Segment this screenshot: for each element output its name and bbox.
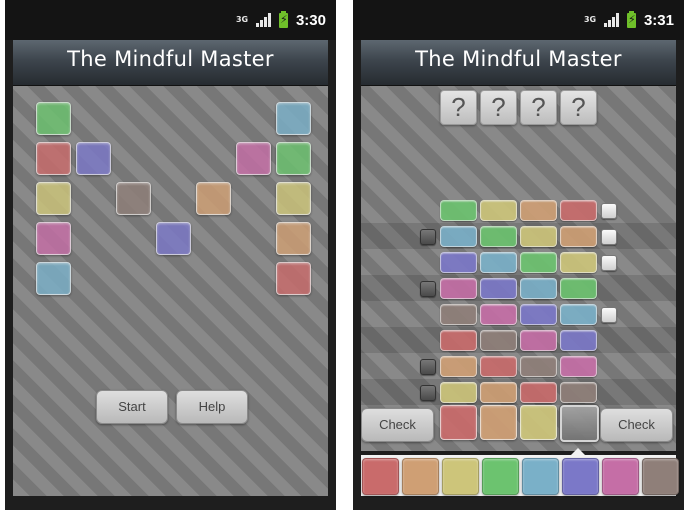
guess-peg-purple bbox=[480, 278, 517, 299]
decor-tile-blue bbox=[36, 262, 71, 295]
guess-peg-brown bbox=[480, 330, 517, 351]
decor-tile-purple bbox=[76, 142, 111, 175]
feedback-white-peg bbox=[601, 229, 617, 245]
phone-screen-game: 3G ⚡ 3:31 The Mindful Master ???? Check … bbox=[353, 0, 684, 510]
guess-peg-brown bbox=[520, 356, 557, 377]
palette-color-purple[interactable] bbox=[562, 458, 599, 495]
guess-peg-green bbox=[520, 252, 557, 273]
guess-peg-yellow bbox=[520, 226, 557, 247]
guess-peg-green bbox=[440, 200, 477, 221]
guess-peg-green bbox=[560, 278, 597, 299]
secret-code-slot: ? bbox=[560, 90, 597, 125]
guess-peg-blue bbox=[440, 226, 477, 247]
guess-peg-orange bbox=[440, 356, 477, 377]
guess-peg-orange bbox=[560, 226, 597, 247]
start-button[interactable]: Start bbox=[96, 390, 168, 424]
guess-peg-yellow bbox=[560, 252, 597, 273]
secret-code-slot: ? bbox=[520, 90, 557, 125]
palette-color-blue[interactable] bbox=[522, 458, 559, 495]
guess-peg-green bbox=[480, 226, 517, 247]
guess-peg-blue bbox=[520, 278, 557, 299]
row-stripe bbox=[361, 223, 676, 249]
decor-tile-pink bbox=[36, 222, 71, 255]
guess-peg-purple bbox=[520, 304, 557, 325]
decor-tile-pink bbox=[236, 142, 271, 175]
guess-peg-yellow bbox=[480, 200, 517, 221]
current-guess-slot-selected[interactable] bbox=[560, 405, 599, 442]
guess-peg-pink bbox=[520, 330, 557, 351]
guess-peg-pink bbox=[480, 304, 517, 325]
network-type: 3G bbox=[583, 15, 597, 24]
decor-tile-green bbox=[36, 102, 71, 135]
decor-tile-brown bbox=[116, 182, 151, 215]
feedback-black-peg bbox=[420, 359, 436, 375]
app-title: The Mindful Master bbox=[415, 47, 622, 71]
guess-peg-brown bbox=[560, 382, 597, 403]
feedback-white-peg bbox=[601, 203, 617, 219]
guess-peg-red bbox=[440, 330, 477, 351]
guess-peg-yellow bbox=[440, 382, 477, 403]
decor-tile-blue bbox=[276, 102, 311, 135]
status-time: 3:31 bbox=[643, 11, 674, 29]
row-stripe bbox=[361, 327, 676, 353]
guess-peg-red bbox=[520, 382, 557, 403]
title-bar: The Mindful Master bbox=[361, 40, 676, 86]
help-button[interactable]: Help bbox=[176, 390, 248, 424]
network-type: 3G bbox=[235, 15, 249, 24]
palette-color-yellow[interactable] bbox=[442, 458, 479, 495]
palette-color-green[interactable] bbox=[482, 458, 519, 495]
row-stripe bbox=[361, 379, 676, 405]
decor-tile-red bbox=[36, 142, 71, 175]
signal-icon bbox=[255, 13, 271, 27]
decor-tile-green bbox=[276, 142, 311, 175]
guess-peg-pink bbox=[560, 356, 597, 377]
guess-peg-red bbox=[560, 200, 597, 221]
current-guess-slot[interactable] bbox=[440, 405, 477, 440]
check-button-left[interactable]: Check bbox=[361, 408, 434, 442]
check-button-right[interactable]: Check bbox=[600, 408, 673, 442]
decor-tile-purple bbox=[156, 222, 191, 255]
feedback-black-peg bbox=[420, 385, 436, 401]
decor-tile-orange bbox=[276, 222, 311, 255]
secret-code-slot: ? bbox=[440, 90, 477, 125]
guess-peg-brown bbox=[440, 304, 477, 325]
decor-tile-red bbox=[276, 262, 311, 295]
feedback-black-peg bbox=[420, 281, 436, 297]
current-guess-slot[interactable] bbox=[520, 405, 557, 440]
decor-tile-yellow bbox=[276, 182, 311, 215]
palette-color-pink[interactable] bbox=[602, 458, 639, 495]
battery-charging-icon: ⚡ bbox=[278, 10, 288, 28]
app-title: The Mindful Master bbox=[67, 47, 274, 71]
title-bar: The Mindful Master bbox=[13, 40, 328, 86]
battery-charging-icon: ⚡ bbox=[626, 10, 636, 28]
status-bar: 3G ⚡ 3:31 bbox=[353, 0, 684, 40]
guess-peg-red bbox=[480, 356, 517, 377]
color-palette bbox=[361, 455, 679, 496]
guess-peg-purple bbox=[560, 330, 597, 351]
decor-tile-yellow bbox=[36, 182, 71, 215]
current-guess-slot[interactable] bbox=[480, 405, 517, 440]
guess-peg-orange bbox=[480, 382, 517, 403]
guess-peg-orange bbox=[520, 200, 557, 221]
feedback-white-peg bbox=[601, 307, 617, 323]
palette-color-brown[interactable] bbox=[642, 458, 679, 495]
guess-peg-blue bbox=[480, 252, 517, 273]
guess-peg-purple bbox=[440, 252, 477, 273]
start-screen-area: Start Help bbox=[13, 86, 328, 496]
signal-icon bbox=[603, 13, 619, 27]
feedback-black-peg bbox=[420, 229, 436, 245]
palette-color-red[interactable] bbox=[362, 458, 399, 495]
status-bar: 3G ⚡ 3:30 bbox=[5, 0, 336, 40]
phone-screen-start: 3G ⚡ 3:30 The Mindful Master Start Help bbox=[5, 0, 336, 510]
secret-code-slot: ? bbox=[480, 90, 517, 125]
guess-peg-blue bbox=[560, 304, 597, 325]
feedback-white-peg bbox=[601, 255, 617, 271]
decor-tile-orange bbox=[196, 182, 231, 215]
guess-peg-pink bbox=[440, 278, 477, 299]
palette-color-orange[interactable] bbox=[402, 458, 439, 495]
status-time: 3:30 bbox=[295, 11, 326, 29]
row-stripe bbox=[361, 275, 676, 301]
